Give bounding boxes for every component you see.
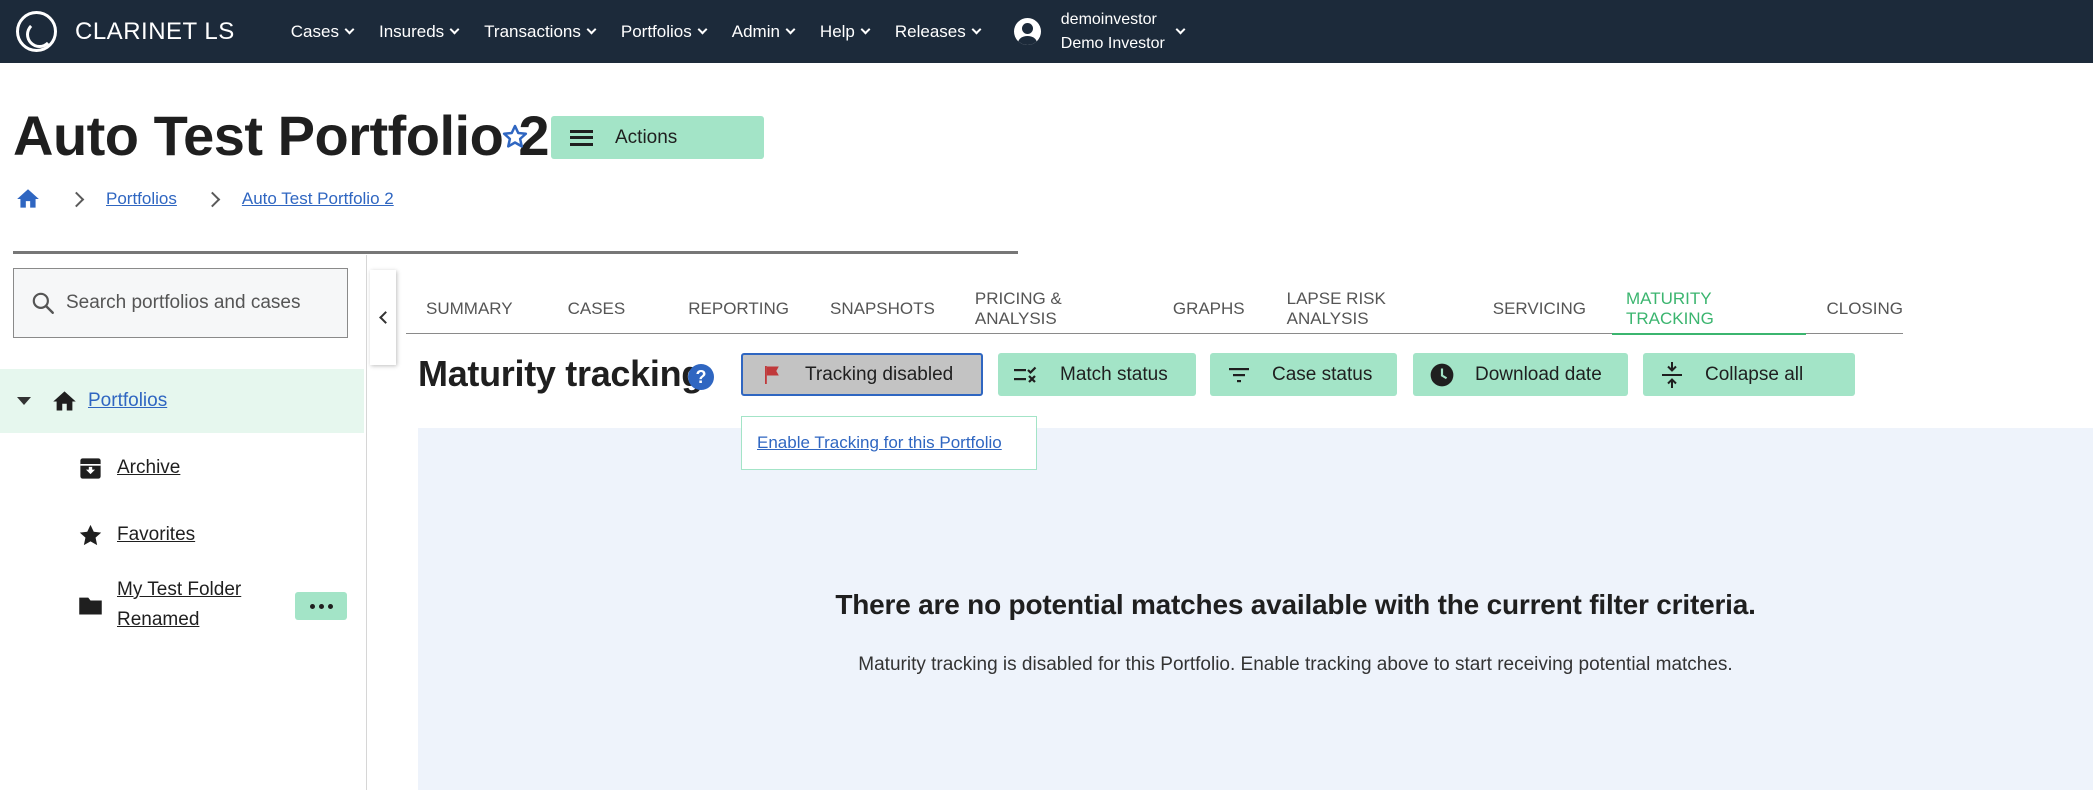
sidebar-search[interactable] bbox=[13, 268, 348, 338]
tracking-popover: Enable Tracking for this Portfolio bbox=[741, 416, 1037, 470]
sidebar-item-label: Archive bbox=[117, 457, 181, 478]
enable-tracking-link[interactable]: Enable Tracking for this Portfolio bbox=[757, 433, 1002, 453]
folder-icon bbox=[79, 597, 102, 614]
app-name: CLARINET LS bbox=[75, 17, 235, 45]
favorite-star-icon[interactable] bbox=[500, 122, 530, 152]
tab-cases[interactable]: CASES bbox=[568, 284, 626, 334]
breadcrumb-current-portfolio[interactable]: Auto Test Portfolio 2 bbox=[242, 189, 394, 209]
sidebar-item-portfolios[interactable]: Portfolios bbox=[0, 369, 364, 433]
section-title: Maturity tracking bbox=[418, 353, 703, 394]
tab-servicing[interactable]: SERVICING bbox=[1493, 284, 1586, 334]
chevron-down-icon bbox=[344, 24, 355, 34]
clarinet-logo-icon bbox=[16, 11, 57, 52]
user-menu[interactable]: demoinvestor Demo Investor bbox=[1013, 8, 1186, 56]
portfolio-tabs: SUMMARY CASES REPORTING SNAPSHOTS PRICIN… bbox=[406, 284, 1903, 335]
nav-admin[interactable]: Admin bbox=[731, 21, 796, 42]
breadcrumb: Portfolios Auto Test Portfolio 2 bbox=[15, 184, 394, 214]
folder-more-options-button[interactable] bbox=[295, 592, 347, 620]
tab-pricing-analysis[interactable]: PRICING & ANALYSIS bbox=[975, 284, 1131, 334]
home-icon bbox=[53, 390, 76, 410]
tab-reporting[interactable]: REPORTING bbox=[688, 284, 789, 334]
chevron-down-icon bbox=[971, 24, 982, 34]
filter-list-icon bbox=[1224, 360, 1254, 390]
user-display-name: Demo Investor bbox=[1060, 34, 1165, 52]
nav-transactions[interactable]: Transactions bbox=[484, 21, 597, 42]
chevron-down-icon bbox=[860, 24, 871, 34]
help-icon[interactable]: ? bbox=[688, 364, 714, 390]
folder-label-line2: Renamed bbox=[117, 609, 200, 630]
search-input[interactable] bbox=[66, 292, 336, 314]
nav-portfolios-label: Portfolios bbox=[620, 21, 692, 41]
sidebar-root-label[interactable]: Portfolios bbox=[88, 390, 167, 412]
collapse-all-label: Collapse all bbox=[1705, 363, 1804, 385]
empty-state-message: Maturity tracking is disabled for this P… bbox=[858, 654, 1733, 675]
nav-insureds[interactable]: Insureds bbox=[378, 21, 460, 42]
nav-help-label: Help bbox=[819, 21, 855, 41]
nav-admin-label: Admin bbox=[731, 21, 780, 41]
tab-maturity-tracking[interactable]: MATURITY TRACKING bbox=[1612, 284, 1806, 335]
sidebar-divider bbox=[366, 255, 367, 790]
collapse-all-button[interactable]: Collapse all bbox=[1643, 353, 1855, 396]
chevron-down-icon bbox=[1175, 24, 1186, 35]
sidebar-item-my-test-folder[interactable]: My Test Folder Renamed bbox=[77, 575, 241, 635]
nav-releases-label: Releases bbox=[894, 21, 966, 41]
collapse-sidebar-button[interactable] bbox=[370, 270, 396, 365]
search-icon bbox=[32, 292, 54, 314]
sidebar-item-archive[interactable]: Archive bbox=[77, 453, 180, 483]
tab-graphs[interactable]: GRAPHS bbox=[1173, 284, 1245, 334]
user-username: demoinvestor bbox=[1060, 10, 1157, 28]
sidebar-item-label: Favorites bbox=[117, 524, 196, 545]
nav-releases[interactable]: Releases bbox=[894, 21, 982, 42]
chevron-right-icon bbox=[68, 191, 85, 207]
nav-help[interactable]: Help bbox=[819, 21, 871, 42]
app-logo[interactable]: CLARINET LS bbox=[16, 11, 235, 52]
sidebar-item-favorites[interactable]: Favorites bbox=[77, 520, 195, 550]
checklist-icon bbox=[1012, 360, 1042, 390]
actions-button[interactable]: Actions bbox=[551, 116, 764, 159]
home-icon[interactable] bbox=[15, 186, 41, 212]
match-status-label: Match status bbox=[1060, 363, 1168, 385]
tab-summary[interactable]: SUMMARY bbox=[426, 284, 513, 334]
tab-snapshots[interactable]: SNAPSHOTS bbox=[830, 284, 935, 334]
nav-transactions-label: Transactions bbox=[484, 21, 581, 41]
account-circle-icon bbox=[1013, 18, 1041, 45]
chevron-down-icon bbox=[785, 24, 796, 34]
case-status-label: Case status bbox=[1272, 363, 1373, 385]
results-panel: There are no potential matches available… bbox=[418, 428, 2093, 790]
chevron-down-icon bbox=[586, 24, 597, 34]
divider bbox=[13, 251, 1018, 254]
chevron-left-icon bbox=[378, 311, 392, 324]
nav-portfolios[interactable]: Portfolios bbox=[620, 21, 708, 42]
download-date-filter-button[interactable]: Download date bbox=[1413, 353, 1628, 396]
nav-cases[interactable]: Cases bbox=[290, 21, 355, 42]
tracking-toggle-button[interactable]: Tracking disabled bbox=[741, 353, 983, 396]
nav-cases-label: Cases bbox=[290, 21, 339, 41]
menu-icon bbox=[570, 129, 593, 146]
flag-icon bbox=[757, 360, 787, 390]
star-icon bbox=[79, 524, 102, 545]
top-navbar: CLARINET LS Cases Insureds Transactions … bbox=[0, 0, 2093, 63]
breadcrumb-portfolios[interactable]: Portfolios bbox=[106, 189, 177, 209]
tab-closing[interactable]: CLOSING bbox=[1826, 284, 1903, 334]
nav-insureds-label: Insureds bbox=[378, 21, 445, 41]
download-date-label: Download date bbox=[1475, 363, 1602, 385]
archive-icon bbox=[80, 457, 101, 479]
tab-lapse-risk-analysis[interactable]: LAPSE RISK ANALYSIS bbox=[1287, 284, 1454, 334]
empty-state-title: There are no potential matches available… bbox=[835, 589, 1756, 620]
main-nav: Cases Insureds Transactions Portfolios A… bbox=[290, 0, 982, 63]
chevron-right-icon bbox=[204, 191, 221, 207]
tracking-toggle-label: Tracking disabled bbox=[805, 363, 954, 385]
match-status-filter-button[interactable]: Match status bbox=[998, 353, 1196, 396]
clock-icon bbox=[1427, 360, 1457, 390]
chevron-down-icon bbox=[697, 24, 708, 34]
folder-label-line1: My Test Folder bbox=[117, 579, 242, 600]
chevron-down-icon bbox=[449, 24, 460, 34]
caret-down-icon[interactable] bbox=[17, 397, 31, 405]
sidebar-item-label: My Test Folder Renamed bbox=[117, 575, 241, 635]
page-title: Auto Test Portfolio 2 bbox=[13, 104, 550, 167]
actions-label: Actions bbox=[615, 126, 678, 148]
case-status-filter-button[interactable]: Case status bbox=[1210, 353, 1397, 396]
unfold-less-icon bbox=[1657, 360, 1687, 390]
